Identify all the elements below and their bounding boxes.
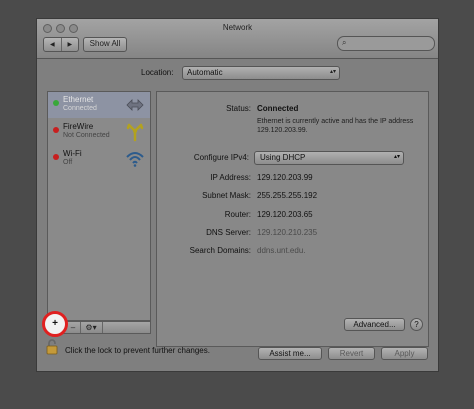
status-description: Ethernet is currently active and has the…	[257, 118, 414, 134]
detail-pane: Status: Connected Ethernet is currently …	[156, 91, 429, 347]
search-domains-value[interactable]: ddns.unt.edu.	[257, 246, 305, 255]
status-dot	[53, 154, 59, 160]
network-preferences-window: Network ◀ ▶ Show All ⌕ Location: Automat…	[36, 18, 439, 372]
help-button[interactable]: ?	[410, 318, 423, 331]
forward-button[interactable]: ▶	[60, 38, 79, 51]
search-domains-label: Search Domains:	[189, 246, 251, 255]
gear-menu-button[interactable]: ⚙▾	[80, 322, 103, 333]
search-field[interactable]: ⌕	[337, 36, 435, 51]
status-value: Connected	[257, 104, 299, 113]
add-service-button[interactable]: +	[42, 311, 68, 337]
service-status: Not Connected	[63, 132, 110, 139]
service-status: Off	[63, 159, 73, 166]
service-item-ethernet[interactable]: Ethernet Connected	[48, 92, 150, 118]
window-title: Network	[222, 23, 253, 32]
search-icon: ⌕	[342, 38, 347, 47]
configure-ipv4-select[interactable]: Using DHCP ▴▾	[254, 151, 404, 165]
lock-icon[interactable]	[46, 339, 58, 355]
assist-me-button[interactable]: Assist me...	[258, 347, 322, 360]
subnet-mask-value: 255.255.255.192	[257, 191, 318, 200]
titlebar: Network ◀ ▶ Show All ⌕	[37, 19, 438, 59]
status-label: Status:	[226, 104, 251, 113]
configure-ipv4-label: Configure IPv4:	[193, 153, 249, 162]
configure-ipv4-value: Using DHCP	[260, 153, 306, 162]
location-value: Automatic	[187, 68, 223, 77]
lock-message: Click the lock to prevent further change…	[65, 346, 210, 355]
status-dot	[53, 100, 59, 106]
chevron-updown-icon: ▴▾	[393, 154, 400, 160]
show-all-button[interactable]: Show All	[83, 37, 127, 52]
router-label: Router:	[224, 210, 251, 219]
dns-server-label: DNS Server:	[206, 228, 251, 237]
dns-server-value[interactable]: 129.120.210.235	[257, 228, 317, 237]
status-dot	[53, 127, 59, 133]
back-button[interactable]: ◀	[44, 38, 61, 51]
chevron-updown-icon: ▴▾	[329, 69, 336, 75]
ip-address-value: 129.120.203.99	[257, 173, 313, 182]
service-status: Connected	[63, 105, 97, 112]
service-name: Ethernet	[63, 95, 94, 104]
service-item-wifi[interactable]: Wi-Fi Off	[48, 146, 150, 172]
advanced-button[interactable]: Advanced...	[344, 318, 405, 331]
revert-button[interactable]: Revert	[328, 347, 375, 360]
ethernet-icon	[126, 99, 144, 111]
router-value: 129.120.203.65	[257, 210, 313, 219]
wifi-icon	[126, 152, 144, 167]
subnet-mask-label: Subnet Mask:	[202, 191, 251, 200]
ip-address-label: IP Address:	[210, 173, 251, 182]
service-name: FireWire	[63, 122, 94, 131]
service-name: Wi-Fi	[63, 149, 82, 158]
remove-service-button[interactable]: –	[66, 322, 81, 333]
firewire-icon	[126, 123, 144, 142]
service-item-firewire[interactable]: FireWire Not Connected	[48, 119, 150, 145]
nav-buttons: ◀ ▶	[43, 37, 79, 52]
location-select[interactable]: Automatic ▴▾	[182, 66, 340, 80]
apply-button[interactable]: Apply	[381, 347, 428, 360]
location-label: Location:	[141, 68, 174, 77]
service-list: Ethernet Connected FireWire Not Connecte…	[47, 91, 151, 321]
